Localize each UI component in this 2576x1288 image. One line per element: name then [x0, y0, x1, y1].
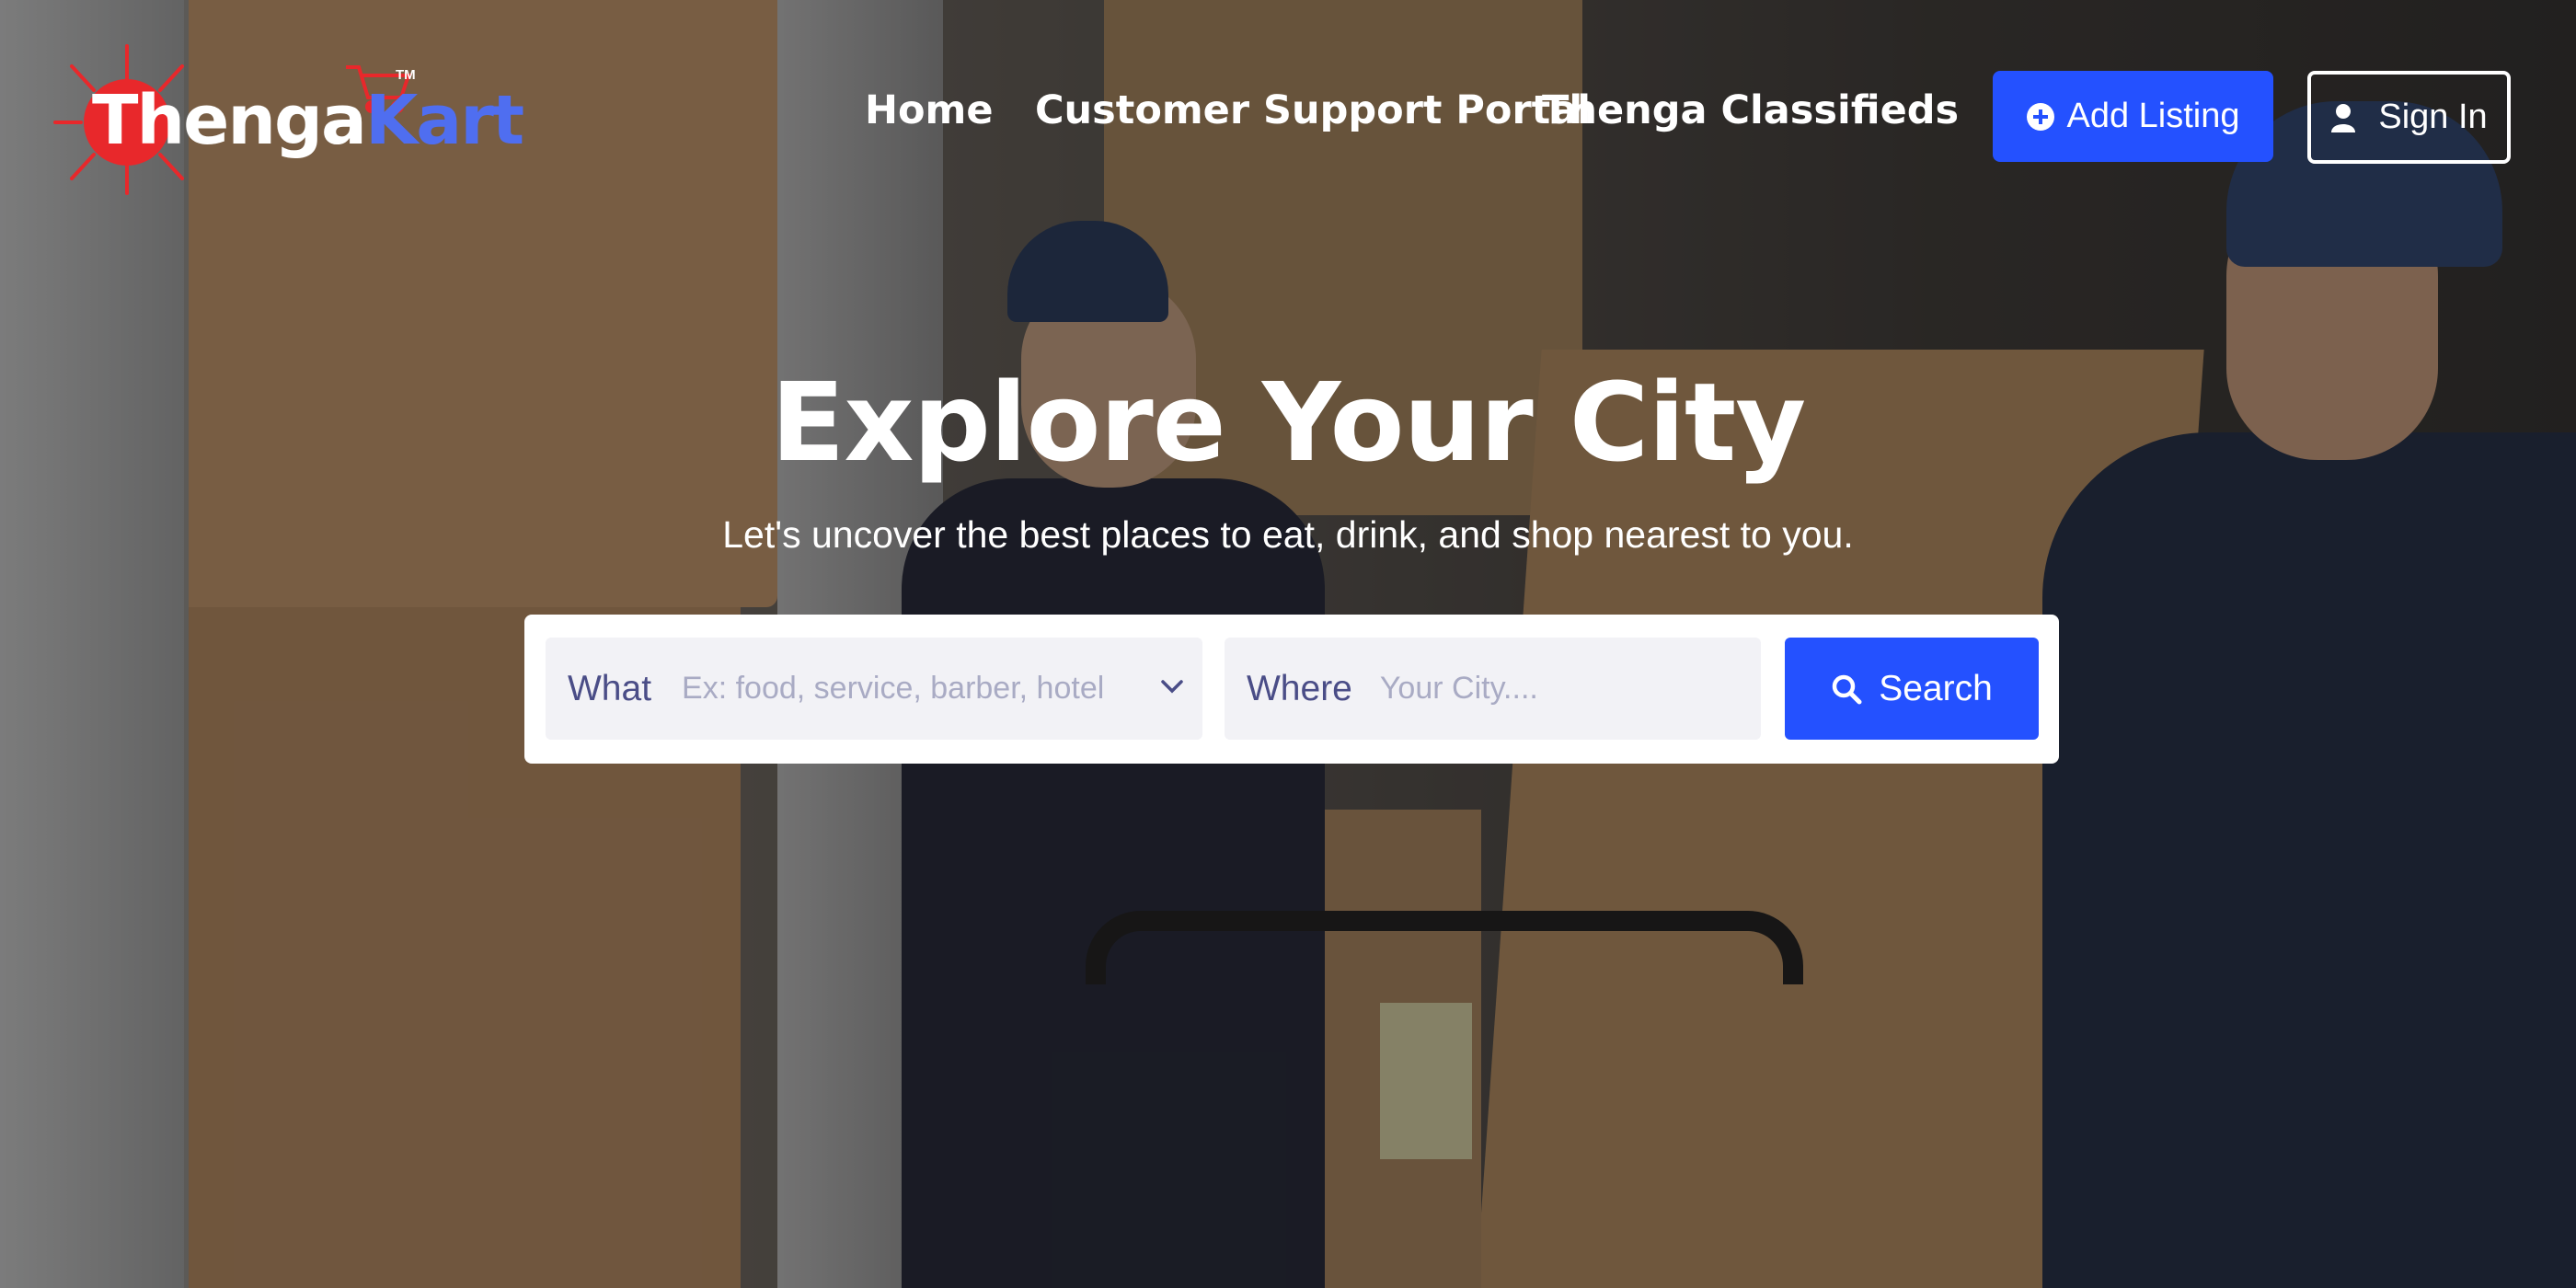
search-button-label: Search	[1879, 668, 1993, 708]
trademark-label: TM	[396, 67, 416, 83]
hero-subtitle: Let's uncover the best places to eat, dr…	[722, 513, 1854, 556]
nav-customer-support-portal[interactable]: Customer Support Portal	[1035, 87, 1591, 133]
chevron-down-icon[interactable]	[1160, 678, 1184, 695]
add-listing-label: Add Listing	[2066, 97, 2240, 135]
search-icon	[1832, 674, 1862, 704]
logo-wordmark: ThengaKart	[92, 81, 524, 160]
sign-in-label: Sign In	[2378, 98, 2488, 136]
add-listing-button[interactable]: Add Listing	[1993, 71, 2273, 162]
hero-title: Explore Your City	[770, 359, 1806, 486]
what-field[interactable]: What	[546, 638, 1202, 740]
where-input[interactable]	[1379, 661, 1776, 717]
plus-circle-icon	[2027, 102, 2055, 131]
sign-in-button[interactable]: Sign In	[2307, 71, 2511, 164]
user-icon	[2331, 103, 2356, 132]
search-bar: What Where Search	[524, 615, 2059, 764]
where-field[interactable]: Where	[1225, 638, 1776, 740]
what-input[interactable]	[682, 661, 1179, 717]
nav-thenga-classifieds[interactable]: Thenga Classifieds	[1542, 87, 1959, 133]
logo-text-thenga: Thenga	[92, 81, 367, 160]
thengakart-logo[interactable]: ThengaKart TM	[53, 35, 524, 201]
nav-home[interactable]: Home	[865, 87, 994, 133]
where-label: Where	[1247, 668, 1352, 708]
what-label: What	[568, 668, 652, 708]
search-button[interactable]: Search	[1785, 638, 2039, 740]
logo-text-kart: Kart	[364, 81, 524, 160]
